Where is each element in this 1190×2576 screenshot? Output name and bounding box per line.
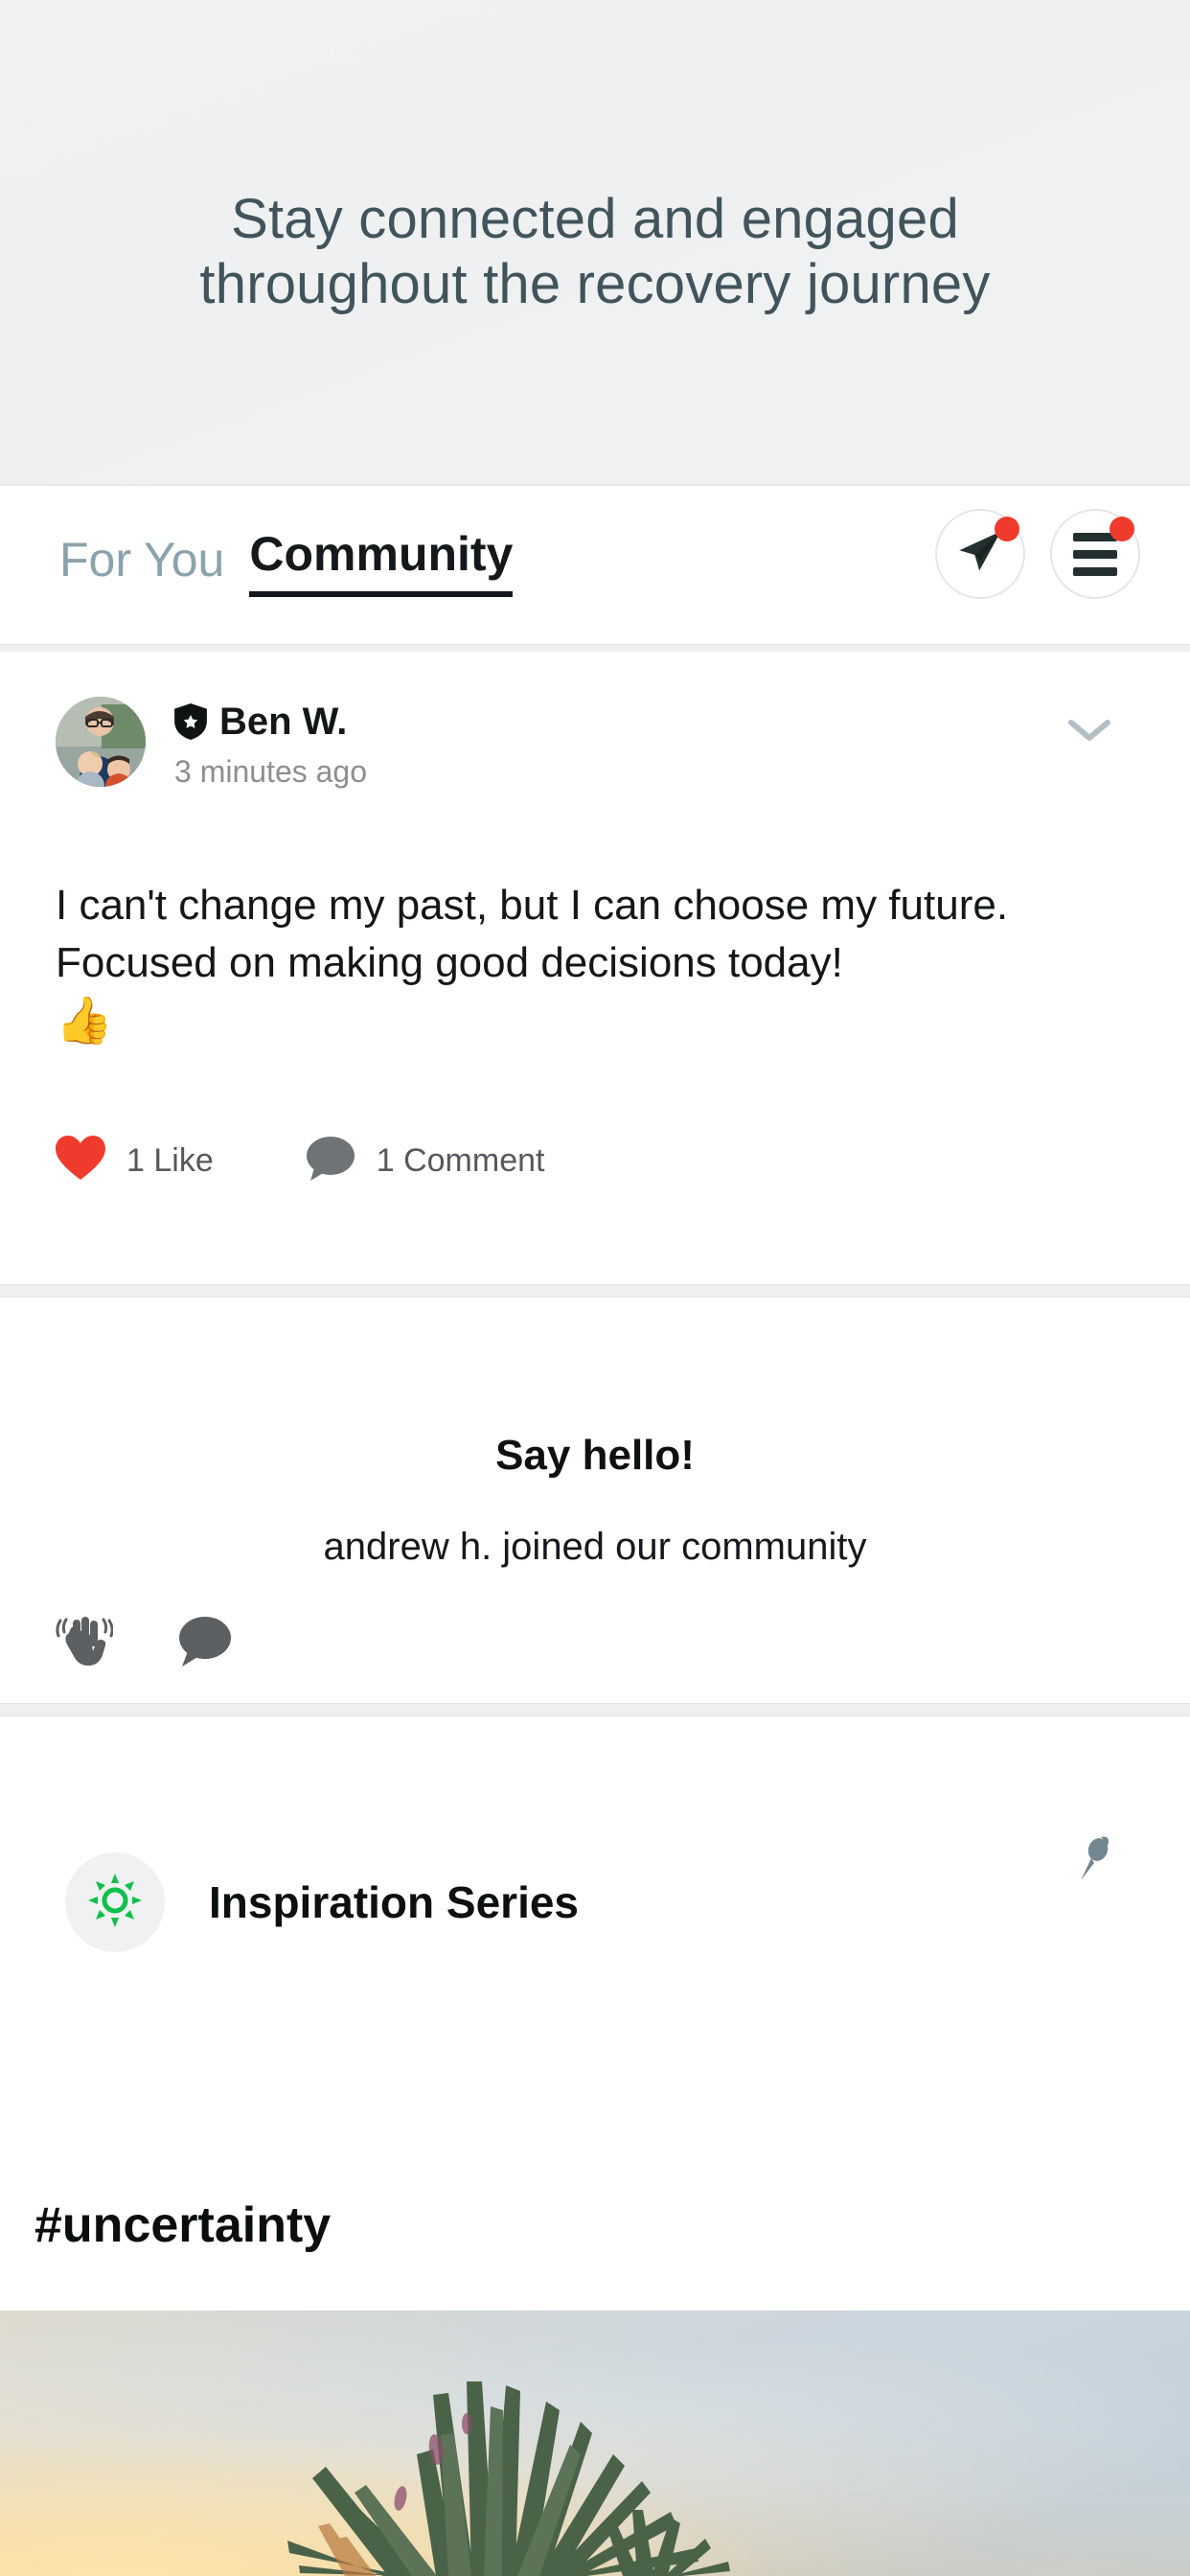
post-body: I can't change my past, but I can choose… — [56, 877, 1136, 1051]
series-hashtag[interactable]: #uncertainty — [34, 2196, 331, 2254]
hero-title-line-2: throughout the recovery journey — [199, 253, 991, 316]
post-author-line: Ben W. — [174, 702, 367, 741]
post-actions: 1 Like 1 Comment — [56, 1136, 544, 1186]
tab-for-you[interactable]: For You — [59, 536, 224, 597]
menu-notification-dot — [1110, 517, 1134, 541]
tab-list: For You Community — [59, 530, 514, 597]
header-actions — [935, 509, 1140, 599]
community-post-card: Ben W. 3 minutes ago I can't change my p… — [0, 652, 1190, 1284]
inspiration-series-card: Inspiration Series #uncertainty — [0, 1716, 1190, 2576]
heart-icon — [56, 1136, 105, 1186]
say-hello-card: Say hello! andrew h. joined our communit… — [0, 1298, 1190, 1703]
series-header[interactable]: Inspiration Series — [65, 1852, 579, 1952]
sun-icon — [86, 1872, 144, 1934]
post-author-block: Ben W. 3 minutes ago — [174, 697, 367, 790]
series-avatar — [65, 1852, 165, 1952]
say-hello-subtitle: andrew h. joined our community — [323, 1526, 867, 1568]
comment-button[interactable]: 1 Comment — [306, 1136, 545, 1186]
say-hello-actions — [54, 1612, 232, 1676]
hamburger-icon — [1073, 532, 1117, 576]
post-body-emoji: 👍 — [56, 995, 113, 1046]
app-screen: Stay connected and engaged throughout th… — [0, 0, 1190, 2576]
post-header: Ben W. 3 minutes ago — [56, 697, 367, 790]
post-options-button[interactable] — [1067, 717, 1111, 748]
hero-title: Stay connected and engaged throughout th… — [58, 187, 1132, 318]
speech-bubble-icon — [176, 1617, 232, 1671]
hero-title-line-1: Stay connected and engaged — [231, 188, 959, 250]
waving-hand-icon — [54, 1617, 114, 1675]
section-divider-hello-series — [0, 1703, 1190, 1716]
hero-banner: Stay connected and engaged throughout th… — [0, 0, 1190, 484]
shield-star-icon — [174, 703, 207, 740]
like-count-label: 1 Like — [126, 1142, 214, 1179]
speech-bubble-icon — [306, 1136, 355, 1186]
comment-count-label: 1 Comment — [376, 1142, 545, 1179]
menu-button[interactable] — [1050, 509, 1140, 599]
series-title: Inspiration Series — [209, 1877, 580, 1927]
post-author-name: Ben W. — [219, 701, 348, 743]
tab-community[interactable]: Community — [249, 530, 514, 597]
send-notification-dot — [995, 517, 1019, 541]
tab-bar: For You Community — [0, 484, 1190, 652]
wave-reaction-button[interactable] — [54, 1612, 114, 1676]
chevron-down-icon — [1067, 720, 1111, 748]
comment-button[interactable] — [176, 1616, 232, 1672]
say-hello-title: Say hello! — [495, 1432, 695, 1479]
like-button[interactable]: 1 Like — [56, 1136, 214, 1186]
post-body-text: I can't change my past, but I can choose… — [56, 882, 1009, 986]
send-message-button[interactable] — [935, 509, 1025, 599]
avatar[interactable] — [56, 697, 146, 787]
series-photo[interactable] — [0, 2311, 1190, 2576]
pushpin-icon — [1075, 1836, 1115, 1887]
pin-post-button[interactable] — [1075, 1833, 1115, 1888]
section-divider-post-hello — [0, 1284, 1190, 1298]
post-timestamp: 3 minutes ago — [174, 754, 368, 789]
